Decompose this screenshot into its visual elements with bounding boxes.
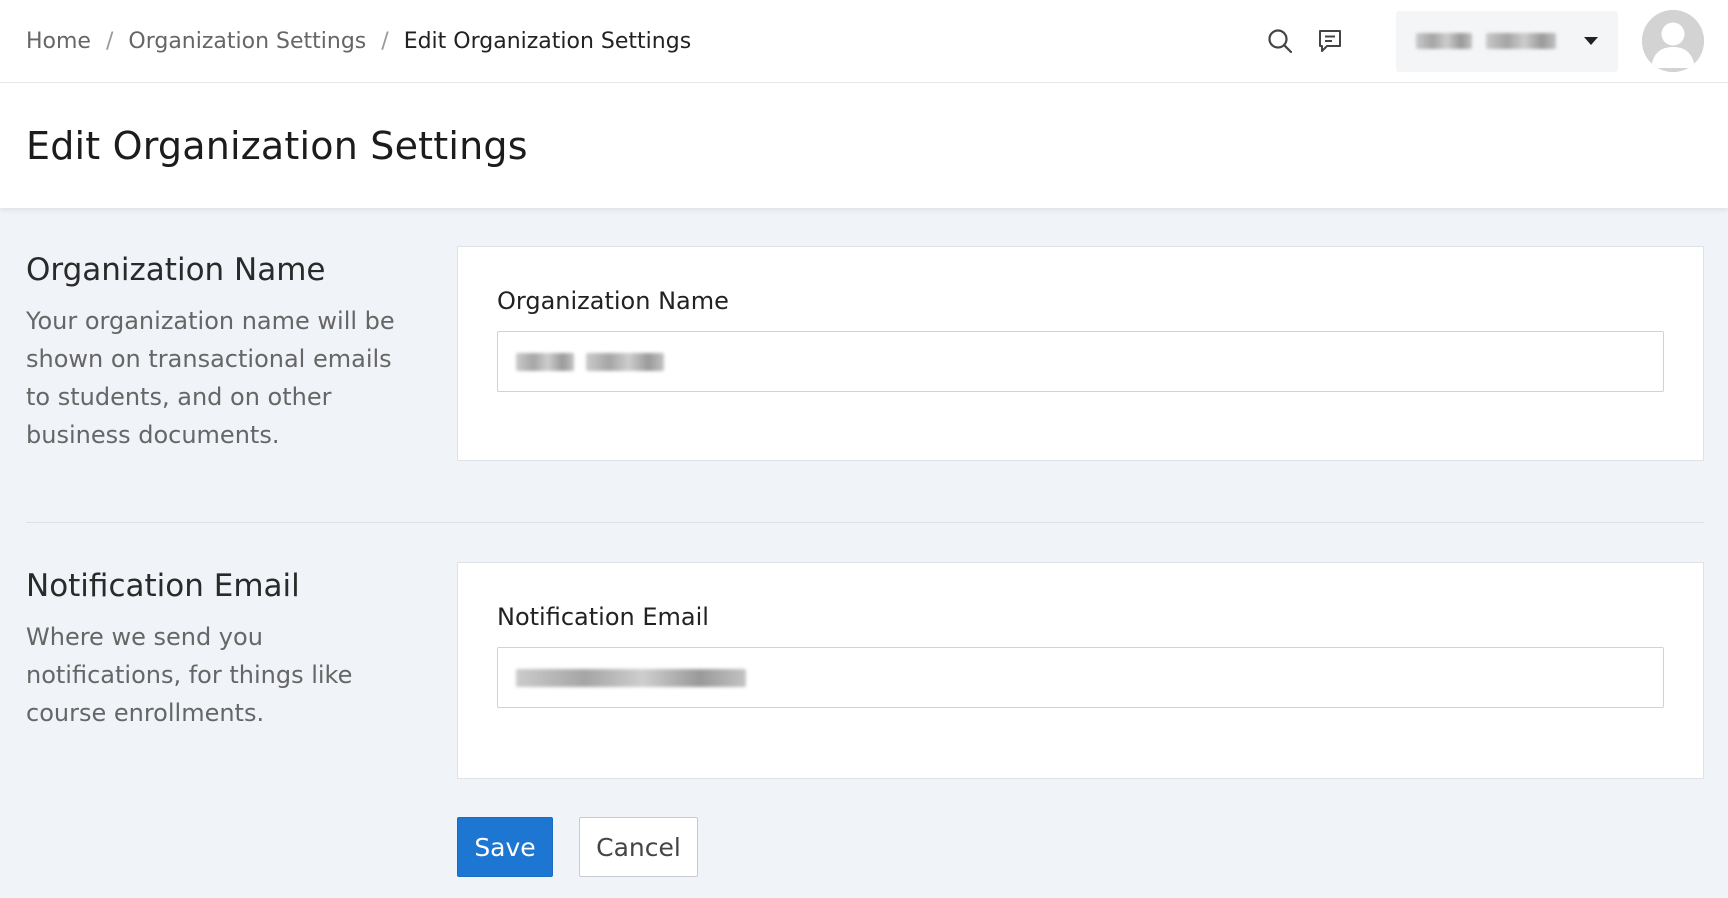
form-actions: Save Cancel	[26, 817, 1704, 877]
section-description: Organization Name Your organization name…	[26, 246, 457, 461]
section-description: Notification Email Where we send you not…	[26, 562, 457, 779]
top-right-controls	[1264, 10, 1704, 72]
breadcrumb-separator: /	[105, 28, 114, 54]
section-title: Notification Email	[26, 568, 300, 604]
redacted-value	[516, 668, 746, 687]
feedback-icon[interactable]	[1314, 25, 1346, 57]
section-help-text: Your organization name will be shown on …	[26, 307, 395, 449]
section-organization-name: Organization Name Your organization name…	[26, 246, 1704, 461]
user-name-redacted	[1416, 33, 1556, 49]
avatar[interactable]	[1642, 10, 1704, 72]
organization-name-input[interactable]	[497, 331, 1664, 392]
breadcrumb-separator: /	[381, 28, 389, 54]
user-menu-dropdown[interactable]	[1396, 10, 1618, 72]
settings-form: Organization Name Your organization name…	[0, 208, 1728, 877]
breadcrumb-home[interactable]: Home	[26, 29, 91, 54]
notification-email-card: Notification Email	[457, 562, 1704, 779]
section-notification-email: Notification Email Where we send you not…	[26, 562, 1704, 779]
organization-name-label: Organization Name	[497, 287, 729, 315]
notification-email-input[interactable]	[497, 647, 1664, 708]
page-header: Edit Organization Settings	[0, 83, 1728, 208]
save-button[interactable]: Save	[457, 817, 553, 877]
section-help-text: Where we send you notifications, for thi…	[26, 623, 353, 727]
section-divider	[26, 522, 1704, 523]
redacted-value	[516, 352, 664, 371]
cancel-button[interactable]: Cancel	[579, 817, 698, 877]
search-icon[interactable]	[1264, 25, 1296, 57]
breadcrumb-current: Edit Organization Settings	[403, 28, 692, 54]
top-bar: Home / Organization Settings / Edit Orga…	[0, 0, 1728, 83]
notification-email-label: Notification Email	[497, 603, 709, 631]
organization-name-card: Organization Name	[457, 246, 1704, 461]
caret-down-icon	[1584, 37, 1598, 45]
page-title: Edit Organization Settings	[26, 123, 528, 168]
breadcrumb: Home / Organization Settings / Edit Orga…	[26, 29, 691, 54]
section-title: Organization Name	[26, 252, 326, 288]
breadcrumb-organization-settings[interactable]: Organization Settings	[128, 29, 366, 54]
